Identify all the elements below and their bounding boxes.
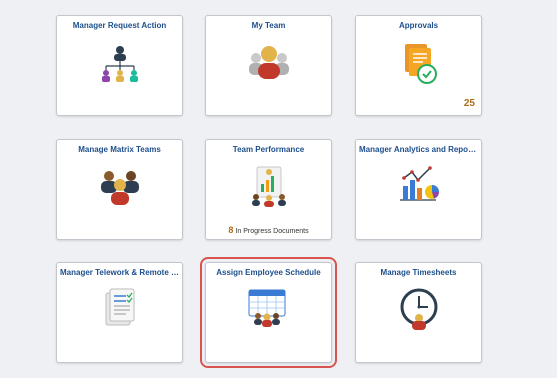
team-member-icon [248, 46, 289, 79]
performance-document-icon [251, 166, 286, 207]
tile-title: Assign Employee Schedule [216, 268, 321, 277]
tile-team-performance[interactable]: Team Performance 8 In Progress Documents [205, 139, 332, 240]
tile-manager-analytics-reports[interactable]: Manager Analytics and Reports [355, 139, 482, 240]
tile-title: Manage Matrix Teams [78, 145, 161, 154]
tile-assign-employee-schedule[interactable]: Assign Employee Schedule [200, 257, 337, 368]
approvals-document-icon [404, 44, 437, 84]
clock-person-icon [400, 288, 437, 330]
tile-title: Manager Request Action [72, 21, 167, 30]
org-chart-icon [101, 46, 138, 82]
schedule-calendar-icon [248, 289, 285, 327]
in-progress-documents-label: 8 In Progress Documents [206, 225, 331, 235]
tile-title: Approvals [398, 21, 439, 30]
tile-title: Manager Telework & Remote W... [60, 268, 179, 277]
tile-title: Manage Timesheets [380, 268, 457, 277]
tile-title: Team Performance [232, 145, 305, 154]
tile-title: Manager Analytics and Reports [359, 145, 478, 154]
in-progress-count: 8 [228, 225, 234, 235]
tile-title: My Team [251, 21, 286, 30]
checklist-document-icon [105, 288, 134, 326]
tile-manager-request-action[interactable]: Manager Request Action [56, 15, 183, 116]
tile-manage-matrix-teams[interactable]: Manage Matrix Teams [56, 139, 183, 240]
tile-approvals[interactable]: Approvals 25 [355, 15, 482, 116]
approvals-count-badge: 25 [463, 98, 475, 109]
tile-manager-telework[interactable]: Manager Telework & Remote W... [56, 262, 183, 363]
analytics-chart-icon [399, 166, 439, 201]
matrix-team-icon [100, 171, 139, 205]
in-progress-text: In Progress Documents [235, 228, 309, 235]
tile-manage-timesheets[interactable]: Manage Timesheets [355, 262, 482, 363]
tile-my-team[interactable]: My Team [205, 15, 332, 116]
